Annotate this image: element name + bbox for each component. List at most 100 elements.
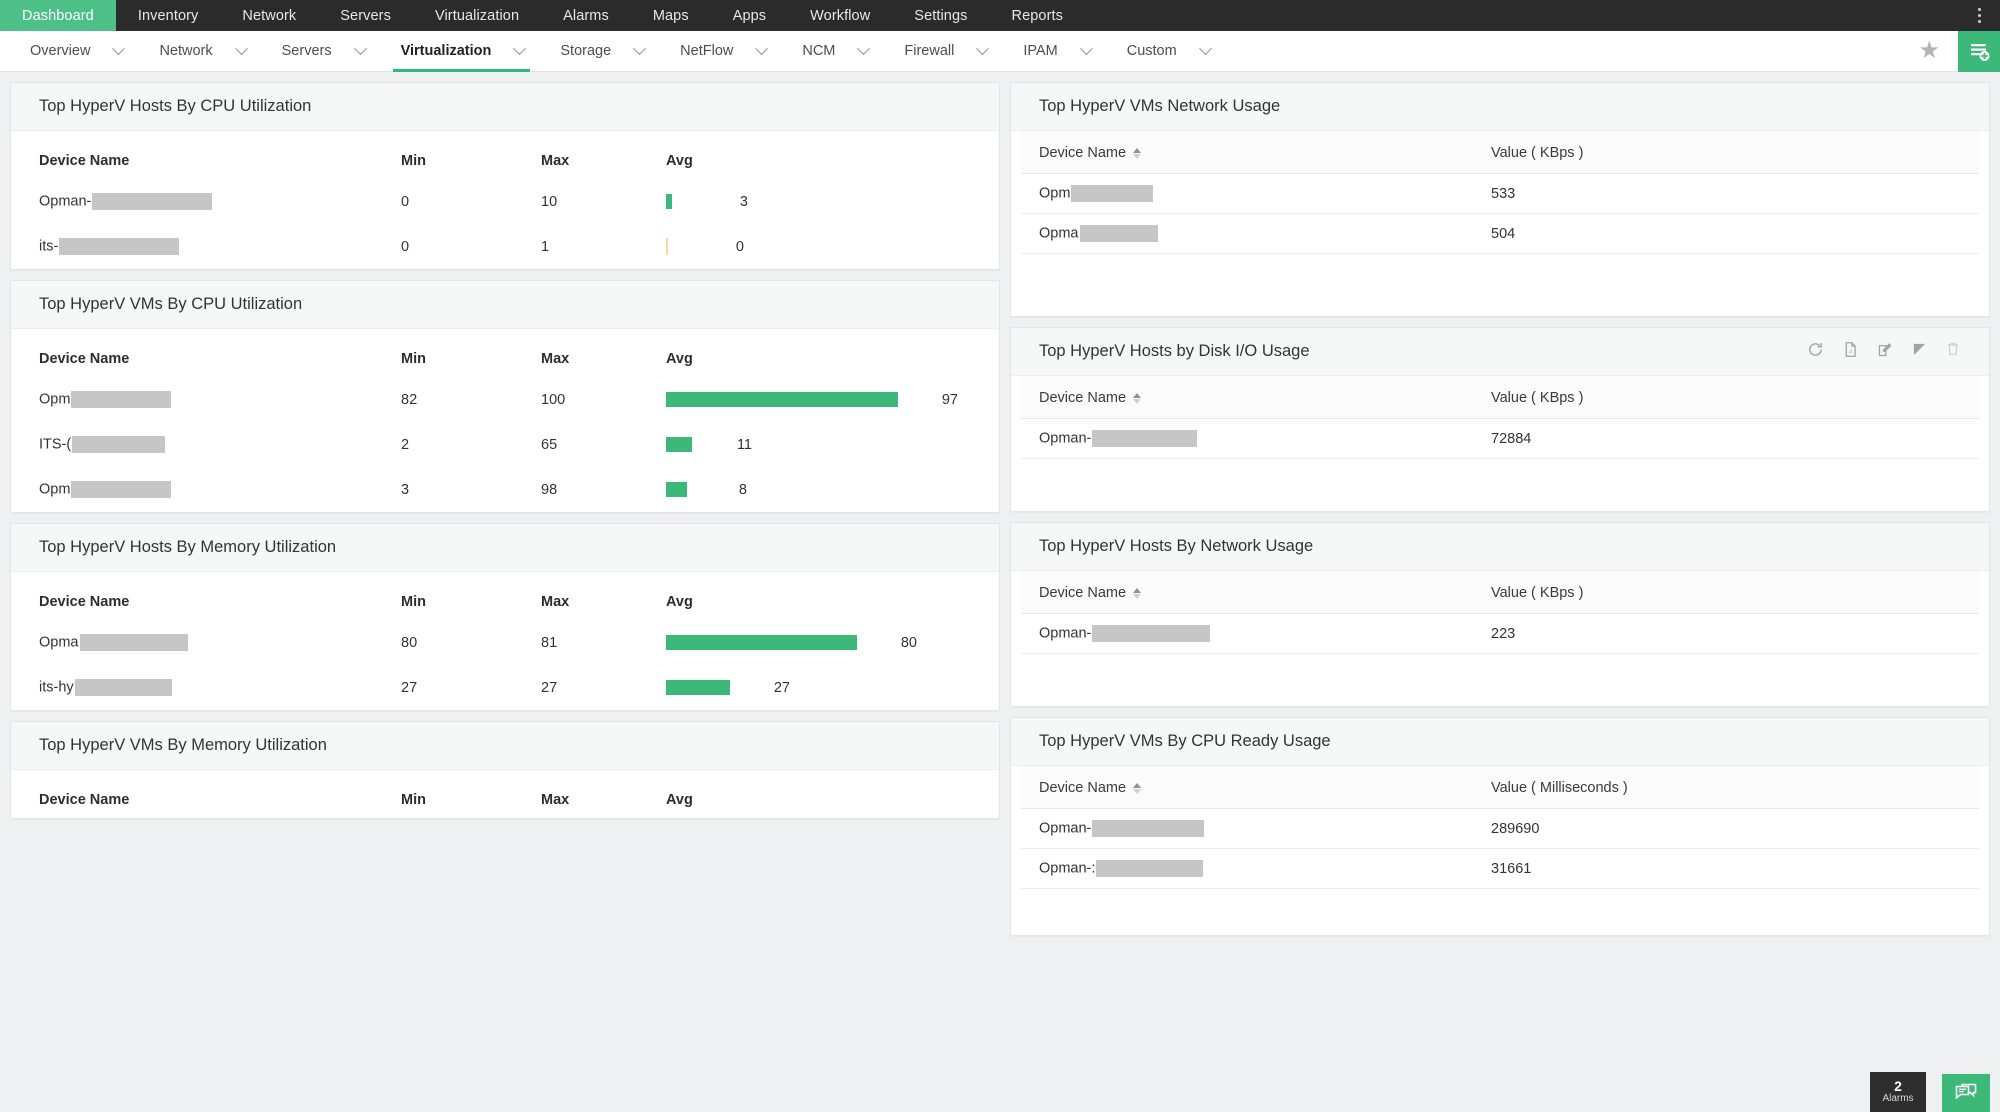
topnav-item-reports[interactable]: Reports xyxy=(990,0,1085,31)
table-row[interactable]: Opm 82 100 97 xyxy=(11,377,999,422)
cell-device-name[interactable]: Opma xyxy=(11,620,401,665)
topnav-item-workflow[interactable]: Workflow xyxy=(788,0,892,31)
column-header-device-name[interactable]: Device Name xyxy=(11,131,401,179)
column-header-min[interactable]: Min xyxy=(401,770,541,818)
subnav-item-firewall[interactable]: Firewall xyxy=(874,31,993,71)
add-widget-button[interactable] xyxy=(1958,31,2000,72)
subnav-item-servers[interactable]: Servers xyxy=(252,31,371,71)
topnav-item-settings[interactable]: Settings xyxy=(892,0,989,31)
column-header-min[interactable]: Min xyxy=(401,329,541,377)
column-header-max[interactable]: Max xyxy=(541,131,666,179)
column-header-max[interactable]: Max xyxy=(541,770,666,818)
export-pdf-icon[interactable]: d xyxy=(1842,341,1859,363)
column-header-avg[interactable]: Avg xyxy=(666,131,999,179)
chevron-down-icon[interactable] xyxy=(514,42,527,55)
chevron-down-icon[interactable] xyxy=(976,42,989,55)
topnav-item-inventory[interactable]: Inventory xyxy=(116,0,221,31)
topnav-item-apps[interactable]: Apps xyxy=(711,0,788,31)
table-row[interactable]: Opman- 0 10 3 xyxy=(11,179,999,224)
column-header-avg[interactable]: Avg xyxy=(666,329,999,377)
chat-button[interactable] xyxy=(1942,1074,1990,1112)
topnav-item-network[interactable]: Network xyxy=(220,0,318,31)
topnav-item-alarms[interactable]: Alarms xyxy=(541,0,631,31)
column-header-value[interactable]: Value ( KBps ) xyxy=(1491,571,1979,614)
column-header-value[interactable]: Value ( Milliseconds ) xyxy=(1491,766,1979,809)
column-header-max[interactable]: Max xyxy=(541,572,666,620)
column-header-device-name[interactable]: Device Name xyxy=(1021,376,1491,419)
sort-arrows-icon[interactable] xyxy=(1133,148,1141,159)
column-header-value[interactable]: Value ( KBps ) xyxy=(1491,131,1979,174)
column-header-min[interactable]: Min xyxy=(401,131,541,179)
column-header-device-name[interactable]: Device Name xyxy=(1021,766,1491,809)
topnav-item-maps[interactable]: Maps xyxy=(631,0,711,31)
subnav-item-custom[interactable]: Custom xyxy=(1097,31,1216,71)
table-row[interactable]: Opma 80 81 80 xyxy=(11,620,999,665)
sort-arrows-icon[interactable] xyxy=(1133,393,1141,404)
cell-device-name[interactable]: Opm xyxy=(11,467,401,512)
subnav-item-ncm[interactable]: NCM xyxy=(772,31,874,71)
chevron-down-icon[interactable] xyxy=(1199,42,1212,55)
table-row[interactable]: Opm 533 xyxy=(1021,174,1979,214)
table-row[interactable]: its- 0 1 0 xyxy=(11,224,999,269)
column-header-avg[interactable]: Avg xyxy=(666,572,999,620)
refresh-icon[interactable] xyxy=(1807,341,1824,363)
column-header-device-name[interactable]: Device Name xyxy=(11,572,401,620)
cell-device-name[interactable]: Opm xyxy=(11,377,401,422)
column-header-min[interactable]: Min xyxy=(401,572,541,620)
table-header-row: Device Name Min Max Avg xyxy=(11,131,999,179)
table-row[interactable]: Opman-: 31661 xyxy=(1021,849,1979,889)
chevron-down-icon[interactable] xyxy=(1080,42,1093,55)
column-header-value[interactable]: Value ( KBps ) xyxy=(1491,376,1979,419)
table-row[interactable]: Opman- 223 xyxy=(1021,614,1979,654)
column-header-device-name[interactable]: Device Name xyxy=(1021,571,1491,614)
sort-arrows-icon[interactable] xyxy=(1133,588,1141,599)
table-row[interactable]: ITS-( 2 65 11 xyxy=(11,422,999,467)
chevron-down-icon[interactable] xyxy=(354,42,367,55)
topnav-item-servers[interactable]: Servers xyxy=(318,0,413,31)
column-header-device-name[interactable]: Device Name xyxy=(11,329,401,377)
widget-header: Top HyperV VMs By Memory Utilization xyxy=(11,722,999,770)
table-row[interactable]: Opman- 289690 xyxy=(1021,809,1979,849)
subnav-item-network[interactable]: Network xyxy=(129,31,251,71)
column-header-device-name[interactable]: Device Name xyxy=(11,770,401,818)
widget-header: Top HyperV VMs Network Usage xyxy=(1011,83,1989,131)
favorite-star-icon[interactable]: ★ xyxy=(1900,39,1958,63)
table-row[interactable]: its-hy 27 27 27 xyxy=(11,665,999,710)
device-name-text: Opman- xyxy=(1039,430,1091,446)
cell-device-name[interactable]: its-hy xyxy=(11,665,401,710)
sort-arrows-icon[interactable] xyxy=(1133,783,1141,794)
chevron-down-icon[interactable] xyxy=(235,42,248,55)
column-header-device-name[interactable]: Device Name xyxy=(1021,131,1491,174)
edit-icon[interactable] xyxy=(1877,341,1894,363)
alarms-badge[interactable]: 2 Alarms xyxy=(1870,1072,1926,1112)
cell-device-name[interactable]: its- xyxy=(11,224,401,269)
table-row[interactable]: Opma 504 xyxy=(1021,214,1979,254)
table-row[interactable]: Opman- 72884 xyxy=(1021,419,1979,459)
topnav-item-virtualization[interactable]: Virtualization xyxy=(413,0,541,31)
cell-device-name[interactable]: Opman- xyxy=(11,179,401,224)
subnav-item-storage[interactable]: Storage xyxy=(530,31,650,71)
chevron-down-icon[interactable] xyxy=(858,42,871,55)
subnav-item-virtualization[interactable]: Virtualization xyxy=(371,31,531,71)
subnav-item-overview[interactable]: Overview xyxy=(0,31,129,71)
column-header-avg[interactable]: Avg xyxy=(666,770,999,818)
cell-device-name[interactable]: Opman- xyxy=(1021,809,1491,849)
table-row[interactable]: Opm 3 98 8 xyxy=(11,467,999,512)
resize-icon[interactable] xyxy=(1912,342,1927,362)
topnav-item-dashboard[interactable]: Dashboard xyxy=(0,0,116,31)
cell-device-name[interactable]: Opma xyxy=(1021,214,1491,254)
subnav-item-ipam[interactable]: IPAM xyxy=(993,31,1096,71)
chevron-down-icon[interactable] xyxy=(633,42,646,55)
cell-device-name[interactable]: ITS-( xyxy=(11,422,401,467)
chevron-down-icon[interactable] xyxy=(113,42,126,55)
overflow-menu-icon[interactable] xyxy=(1966,0,1992,31)
cell-device-name[interactable]: Opm xyxy=(1021,174,1491,214)
cell-device-name[interactable]: Opman- xyxy=(1021,419,1491,459)
cell-device-name[interactable]: Opman- xyxy=(1021,614,1491,654)
chevron-down-icon[interactable] xyxy=(755,42,768,55)
column-header-max[interactable]: Max xyxy=(541,329,666,377)
subnav-item-netflow[interactable]: NetFlow xyxy=(650,31,772,71)
cell-device-name[interactable]: Opman-: xyxy=(1021,849,1491,889)
delete-icon[interactable] xyxy=(1945,341,1961,362)
topnav-label: Servers xyxy=(340,8,391,24)
